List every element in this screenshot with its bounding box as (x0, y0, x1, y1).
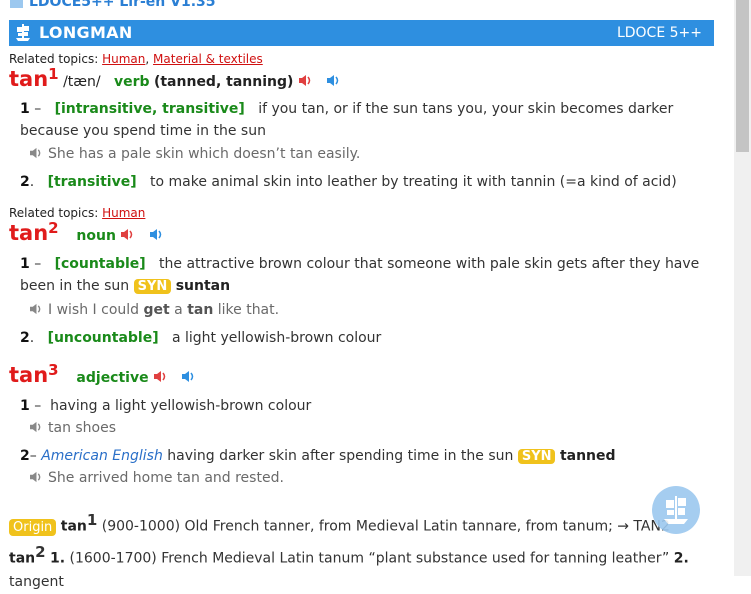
syn-badge: SYN (133, 279, 172, 294)
scrollbar-thumb[interactable] (736, 0, 749, 152)
example-text: tan shoes (48, 420, 117, 436)
speaker-gray-icon[interactable] (29, 471, 43, 483)
vertical-scrollbar[interactable] (734, 0, 751, 576)
float-button-icon[interactable] (652, 486, 700, 534)
pronunciation: /tæn/ (63, 74, 101, 90)
headword: tan2 (9, 219, 59, 245)
origin-word-2: tan (9, 550, 36, 567)
origin-sup-2: 2 (35, 542, 46, 561)
part-of-speech: adjective (76, 370, 149, 386)
origin-text-2: (1600-1700) French Medieval Latin tanum … (69, 550, 670, 567)
edition-label: LDOCE 5++ (616, 25, 702, 41)
speaker-blue-icon[interactable] (149, 228, 164, 241)
definition: having a light yellowish-brown colour (50, 398, 312, 414)
collocation-get: get (143, 302, 170, 318)
ship-logo-icon (16, 24, 30, 41)
headword: tan1 (9, 65, 59, 91)
speaker-red-icon[interactable] (298, 74, 313, 87)
related-topics-label: Related topics: (9, 52, 99, 66)
grammar-code: [uncountable] (47, 330, 159, 346)
related-topics-label: Related topics: (9, 206, 99, 220)
window-title: LDOCE5++ Lir-en V1.35 (29, 0, 216, 10)
speaker-blue-icon[interactable] (326, 74, 341, 87)
origin-section: Origin tan1 (900-1000) Old French tanner… (9, 508, 709, 594)
sense-number: 1 (20, 256, 30, 272)
origin-sup: 1 (86, 511, 98, 529)
sense-2-2: 2. [uncountable] a light yellowish-brown… (20, 330, 382, 346)
origin-number-2: 2. (673, 550, 689, 567)
sense-1-2: 2. [transitive] to make animal skin into… (20, 174, 677, 190)
sense-2-1: 1 – [countable] the attractive brown col… (20, 256, 700, 294)
speaker-red-icon[interactable] (120, 228, 135, 241)
definition: having darker skin after spending time i… (167, 448, 514, 464)
definition: a light yellowish-brown colour (171, 330, 382, 346)
sense-1-1: 1 – [intransitive, transitive] if you ta… (20, 101, 674, 139)
inflections: (tanned, tanning) (153, 74, 294, 90)
syn-badge: SYN (517, 449, 556, 464)
origin-badge: Origin (9, 518, 57, 536)
sense-3-2: 2– American English having darker skin a… (20, 448, 616, 464)
example-2-1: I wish I could get a tan like that. (29, 302, 279, 318)
speaker-gray-icon[interactable] (29, 303, 43, 315)
ship-logo-icon (664, 496, 688, 524)
part-of-speech: noun (76, 228, 116, 244)
example-3-1: tan shoes (29, 420, 116, 436)
sense-number: 2 (20, 448, 30, 464)
related-topics-2: Related topics: Human (9, 206, 145, 220)
grammar-code: [countable] (54, 256, 146, 272)
entry-1-header: tan1 /tæn/ verb (tanned, tanning) (9, 65, 341, 91)
origin-number-1: 1. (50, 550, 66, 567)
origin-text-3: tangent (9, 574, 64, 591)
entry-3-header: tan3 adjective (9, 361, 196, 387)
region-label: American English (41, 448, 163, 464)
speaker-blue-icon[interactable] (181, 370, 196, 383)
part-of-speech: verb (113, 74, 150, 90)
grammar-code: [transitive] (47, 174, 137, 190)
speaker-red-icon[interactable] (153, 370, 168, 383)
origin-text-1: (900-1000) Old French tanner, from Medie… (101, 518, 670, 535)
topic-link-human[interactable]: Human (102, 206, 145, 220)
brand-name: LONGMAN (39, 23, 133, 42)
homograph-number: 3 (48, 361, 59, 379)
example-1-1: She has a pale skin which doesn’t tan ea… (29, 146, 360, 162)
homograph-number: 1 (48, 65, 59, 83)
headword: tan3 (9, 361, 59, 387)
collocation-tan: tan (187, 302, 214, 318)
topic-link-material-textiles[interactable]: Material & textiles (153, 52, 263, 66)
example-text: She arrived home tan and rested. (48, 470, 284, 486)
synonym-word: suntan (175, 278, 231, 294)
topic-link-human[interactable]: Human (102, 52, 145, 66)
origin-word: tan (60, 518, 87, 535)
sense-number: 1 (20, 101, 30, 117)
example-text: She has a pale skin which doesn’t tan ea… (48, 146, 361, 162)
grammar-code: [intransitive, transitive] (54, 101, 245, 117)
sense-number: 2 (20, 174, 30, 190)
entry-2-header: tan2 noun (9, 219, 164, 245)
related-topics-1: Related topics: Human, Material & textil… (9, 52, 263, 66)
sense-number: 2 (20, 330, 30, 346)
longman-header: LONGMAN LDOCE 5++ (9, 20, 714, 46)
example-3-2: She arrived home tan and rested. (29, 470, 284, 486)
sense-number: 1 (20, 398, 30, 414)
speaker-gray-icon[interactable] (29, 421, 43, 433)
definition: to make animal skin into leather by trea… (149, 174, 677, 190)
homograph-number: 2 (48, 219, 59, 237)
sense-3-1: 1 – having a light yellowish-brown colou… (20, 398, 312, 414)
speaker-gray-icon[interactable] (29, 147, 43, 159)
window-title-strip: LDOCE5++ Lir-en V1.35 (10, 0, 310, 10)
synonym-word: tanned (559, 448, 616, 464)
app-icon (10, 0, 23, 8)
